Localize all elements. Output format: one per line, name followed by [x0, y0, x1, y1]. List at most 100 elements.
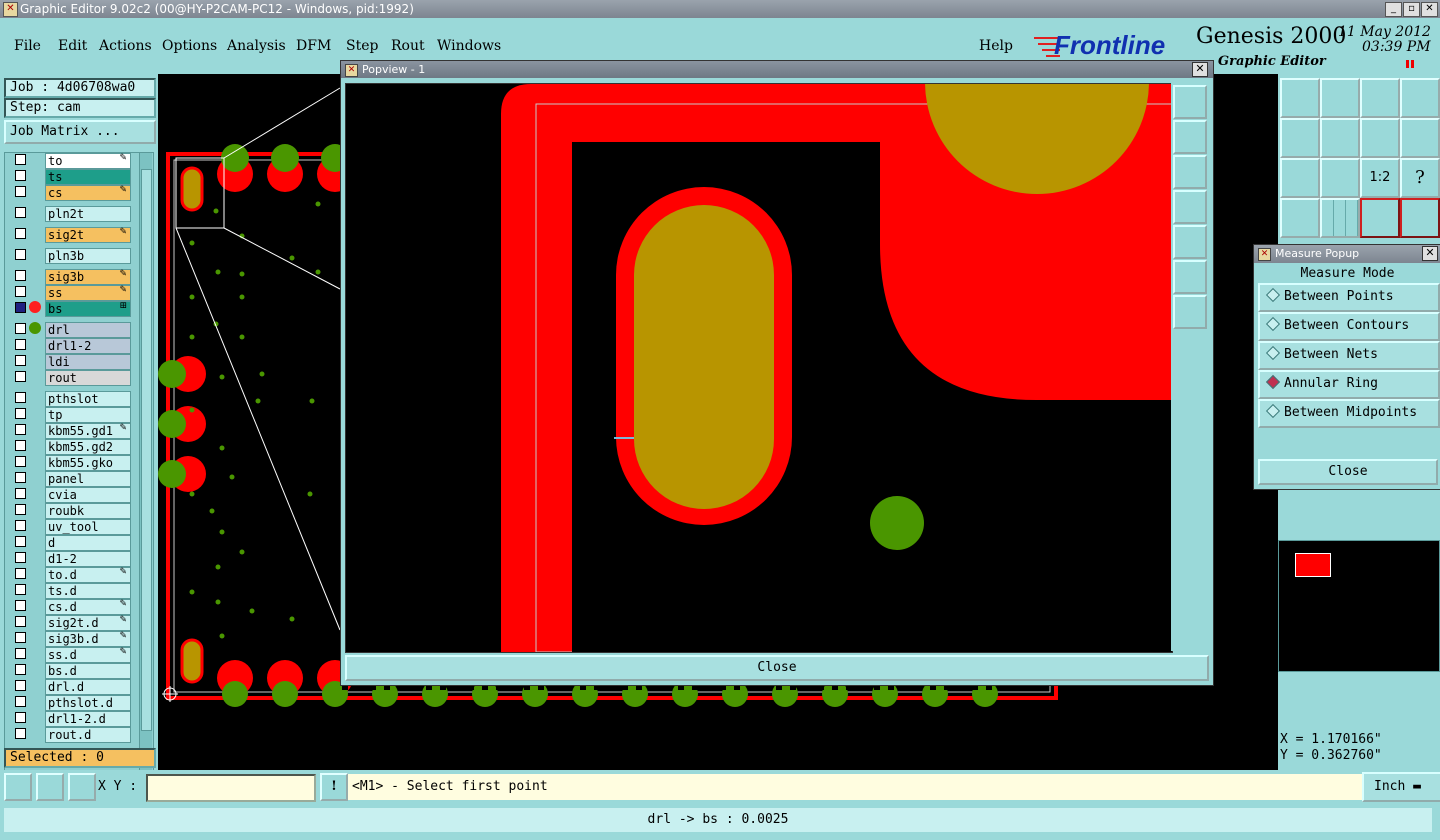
- layer-checkbox[interactable]: [15, 504, 26, 515]
- menu-step[interactable]: Step: [346, 38, 378, 54]
- layer-checkbox[interactable]: [15, 440, 26, 451]
- layer-row-ss[interactable]: ss ✎: [13, 285, 131, 301]
- layer-checkbox[interactable]: [15, 472, 26, 483]
- layer-checkbox[interactable]: [15, 520, 26, 531]
- layer-row-drl1-2-d[interactable]: drl1-2.d: [13, 711, 131, 727]
- job-matrix-button[interactable]: Job Matrix ...: [4, 120, 156, 144]
- layer-checkbox[interactable]: [15, 424, 26, 435]
- layer-row-cs-d[interactable]: cs.d ✎: [13, 599, 131, 615]
- scrollbar-thumb[interactable]: [141, 169, 152, 731]
- layer-checkbox[interactable]: [15, 728, 26, 739]
- layer-row-to[interactable]: to ✎: [13, 153, 131, 169]
- zoom-out-icon[interactable]: [1320, 158, 1360, 198]
- menu-file[interactable]: File: [14, 38, 41, 54]
- option-between-midpoints[interactable]: Between Midpoints: [1258, 399, 1440, 428]
- zoom-home-icon[interactable]: [1280, 78, 1320, 118]
- layer-row-drl1-2[interactable]: drl1-2: [13, 338, 131, 354]
- popview-zoom-out-icon[interactable]: [1173, 295, 1207, 329]
- snap-mode-icon[interactable]: [68, 773, 96, 801]
- menu-windows[interactable]: Windows: [437, 38, 501, 54]
- layer-checkbox[interactable]: [15, 170, 26, 181]
- zoom-in-icon[interactable]: [1280, 158, 1320, 198]
- layer-row-ldi[interactable]: ldi: [13, 354, 131, 370]
- layer-row-drl[interactable]: drl: [13, 322, 131, 338]
- layer-row-kbm55-gd2[interactable]: kbm55.gd2: [13, 439, 131, 455]
- layer-checkbox[interactable]: [15, 154, 26, 165]
- grid-icon[interactable]: [1320, 198, 1360, 238]
- alert-icon[interactable]: !: [320, 773, 348, 801]
- measure-close-button[interactable]: Close: [1258, 459, 1438, 485]
- layer-row-ts[interactable]: ts: [13, 169, 131, 185]
- layer-row-drl-d[interactable]: drl.d: [13, 679, 131, 695]
- popview-close-x[interactable]: ✕: [1192, 62, 1208, 77]
- menu-options[interactable]: Options: [162, 38, 217, 54]
- layer-row-pln2t[interactable]: pln2t: [13, 206, 131, 222]
- layer-checkbox[interactable]: [15, 355, 26, 366]
- layer-row-sig3b-d[interactable]: sig3b.d ✎: [13, 631, 131, 647]
- popview-pan-down-icon[interactable]: [1173, 155, 1207, 189]
- layer-row-roubk[interactable]: roubk: [13, 503, 131, 519]
- layer-checkbox[interactable]: [15, 568, 26, 579]
- layer-checkbox[interactable]: [15, 648, 26, 659]
- measure-close-x[interactable]: ✕: [1422, 246, 1438, 261]
- layer-scrollbar[interactable]: [139, 153, 152, 819]
- option-between-nets[interactable]: Between Nets: [1258, 341, 1440, 370]
- layer-row-sig3b[interactable]: sig3b ✎: [13, 269, 131, 285]
- xy-input[interactable]: [146, 774, 316, 802]
- layer-checkbox[interactable]: [15, 286, 26, 297]
- layer-checkbox[interactable]: [15, 664, 26, 675]
- layer-checkbox[interactable]: [15, 186, 26, 197]
- close-window-button[interactable]: ✕: [1421, 2, 1438, 17]
- pan-right-icon[interactable]: [1320, 118, 1360, 158]
- layer-row-ts-d[interactable]: ts.d: [13, 583, 131, 599]
- layer-row-d[interactable]: d: [13, 535, 131, 551]
- net-view-icon[interactable]: [1360, 198, 1400, 238]
- option-between-contours[interactable]: Between Contours: [1258, 312, 1440, 341]
- layer-checkbox[interactable]: [15, 584, 26, 595]
- layer-row-kbm55-gd1[interactable]: kbm55.gd1 ✎: [13, 423, 131, 439]
- layer-row-pthslot[interactable]: pthslot: [13, 391, 131, 407]
- menu-edit[interactable]: Edit: [58, 38, 87, 54]
- layer-row-bs-d[interactable]: bs.d: [13, 663, 131, 679]
- option-annular-ring[interactable]: Annular Ring: [1258, 370, 1440, 399]
- layer-row-pthslot-d[interactable]: pthslot.d: [13, 695, 131, 711]
- popview-pan-left-icon[interactable]: [1173, 190, 1207, 224]
- pan-left-icon[interactable]: [1280, 118, 1320, 158]
- layer-row-sig2t-d[interactable]: sig2t.d ✎: [13, 615, 131, 631]
- overview-map[interactable]: [1278, 540, 1440, 672]
- select-mode-icon[interactable]: [4, 773, 32, 801]
- minimize-button[interactable]: _: [1385, 2, 1402, 17]
- layer-checkbox[interactable]: [15, 207, 26, 218]
- menu-actions[interactable]: Actions: [99, 38, 152, 54]
- layer-row-kbm55-gko[interactable]: kbm55.gko: [13, 455, 131, 471]
- layer-checkbox[interactable]: [15, 302, 26, 313]
- layer-row-tp[interactable]: tp: [13, 407, 131, 423]
- layer-row-sig2t[interactable]: sig2t ✎: [13, 227, 131, 243]
- layer-row-to-d[interactable]: to.d ✎: [13, 567, 131, 583]
- menu-rout[interactable]: Rout: [391, 38, 425, 54]
- menu-analysis[interactable]: Analysis: [227, 38, 286, 54]
- popview-pan-right-icon[interactable]: [1173, 225, 1207, 259]
- layer-checkbox[interactable]: [15, 632, 26, 643]
- menu-dfm[interactable]: DFM: [296, 38, 331, 54]
- layer-row-ss-d[interactable]: ss.d ✎: [13, 647, 131, 663]
- rotate-icon[interactable]: [1360, 118, 1400, 158]
- layer-checkbox[interactable]: [15, 392, 26, 403]
- layer-row-panel[interactable]: panel: [13, 471, 131, 487]
- layer-row-d1-2[interactable]: d1-2: [13, 551, 131, 567]
- measure-mode-icon[interactable]: [36, 773, 64, 801]
- help-icon[interactable]: ?: [1400, 158, 1440, 198]
- scale-1-2-icon[interactable]: 1:2: [1360, 158, 1400, 198]
- menu-help[interactable]: Help: [979, 38, 1013, 54]
- layer-row-cvia[interactable]: cvia: [13, 487, 131, 503]
- layer-checkbox[interactable]: [15, 371, 26, 382]
- layer-checkbox[interactable]: [15, 339, 26, 350]
- popview-pan-up-icon[interactable]: [1173, 120, 1207, 154]
- layer-checkbox[interactable]: [15, 270, 26, 281]
- popview-zoom-home-icon[interactable]: [1173, 85, 1207, 119]
- layer-checkbox[interactable]: [15, 323, 26, 334]
- home-icon[interactable]: [1360, 78, 1400, 118]
- snap-icon[interactable]: [1400, 118, 1440, 158]
- maximize-button[interactable]: ▫: [1403, 2, 1420, 17]
- layer-checkbox[interactable]: [15, 249, 26, 260]
